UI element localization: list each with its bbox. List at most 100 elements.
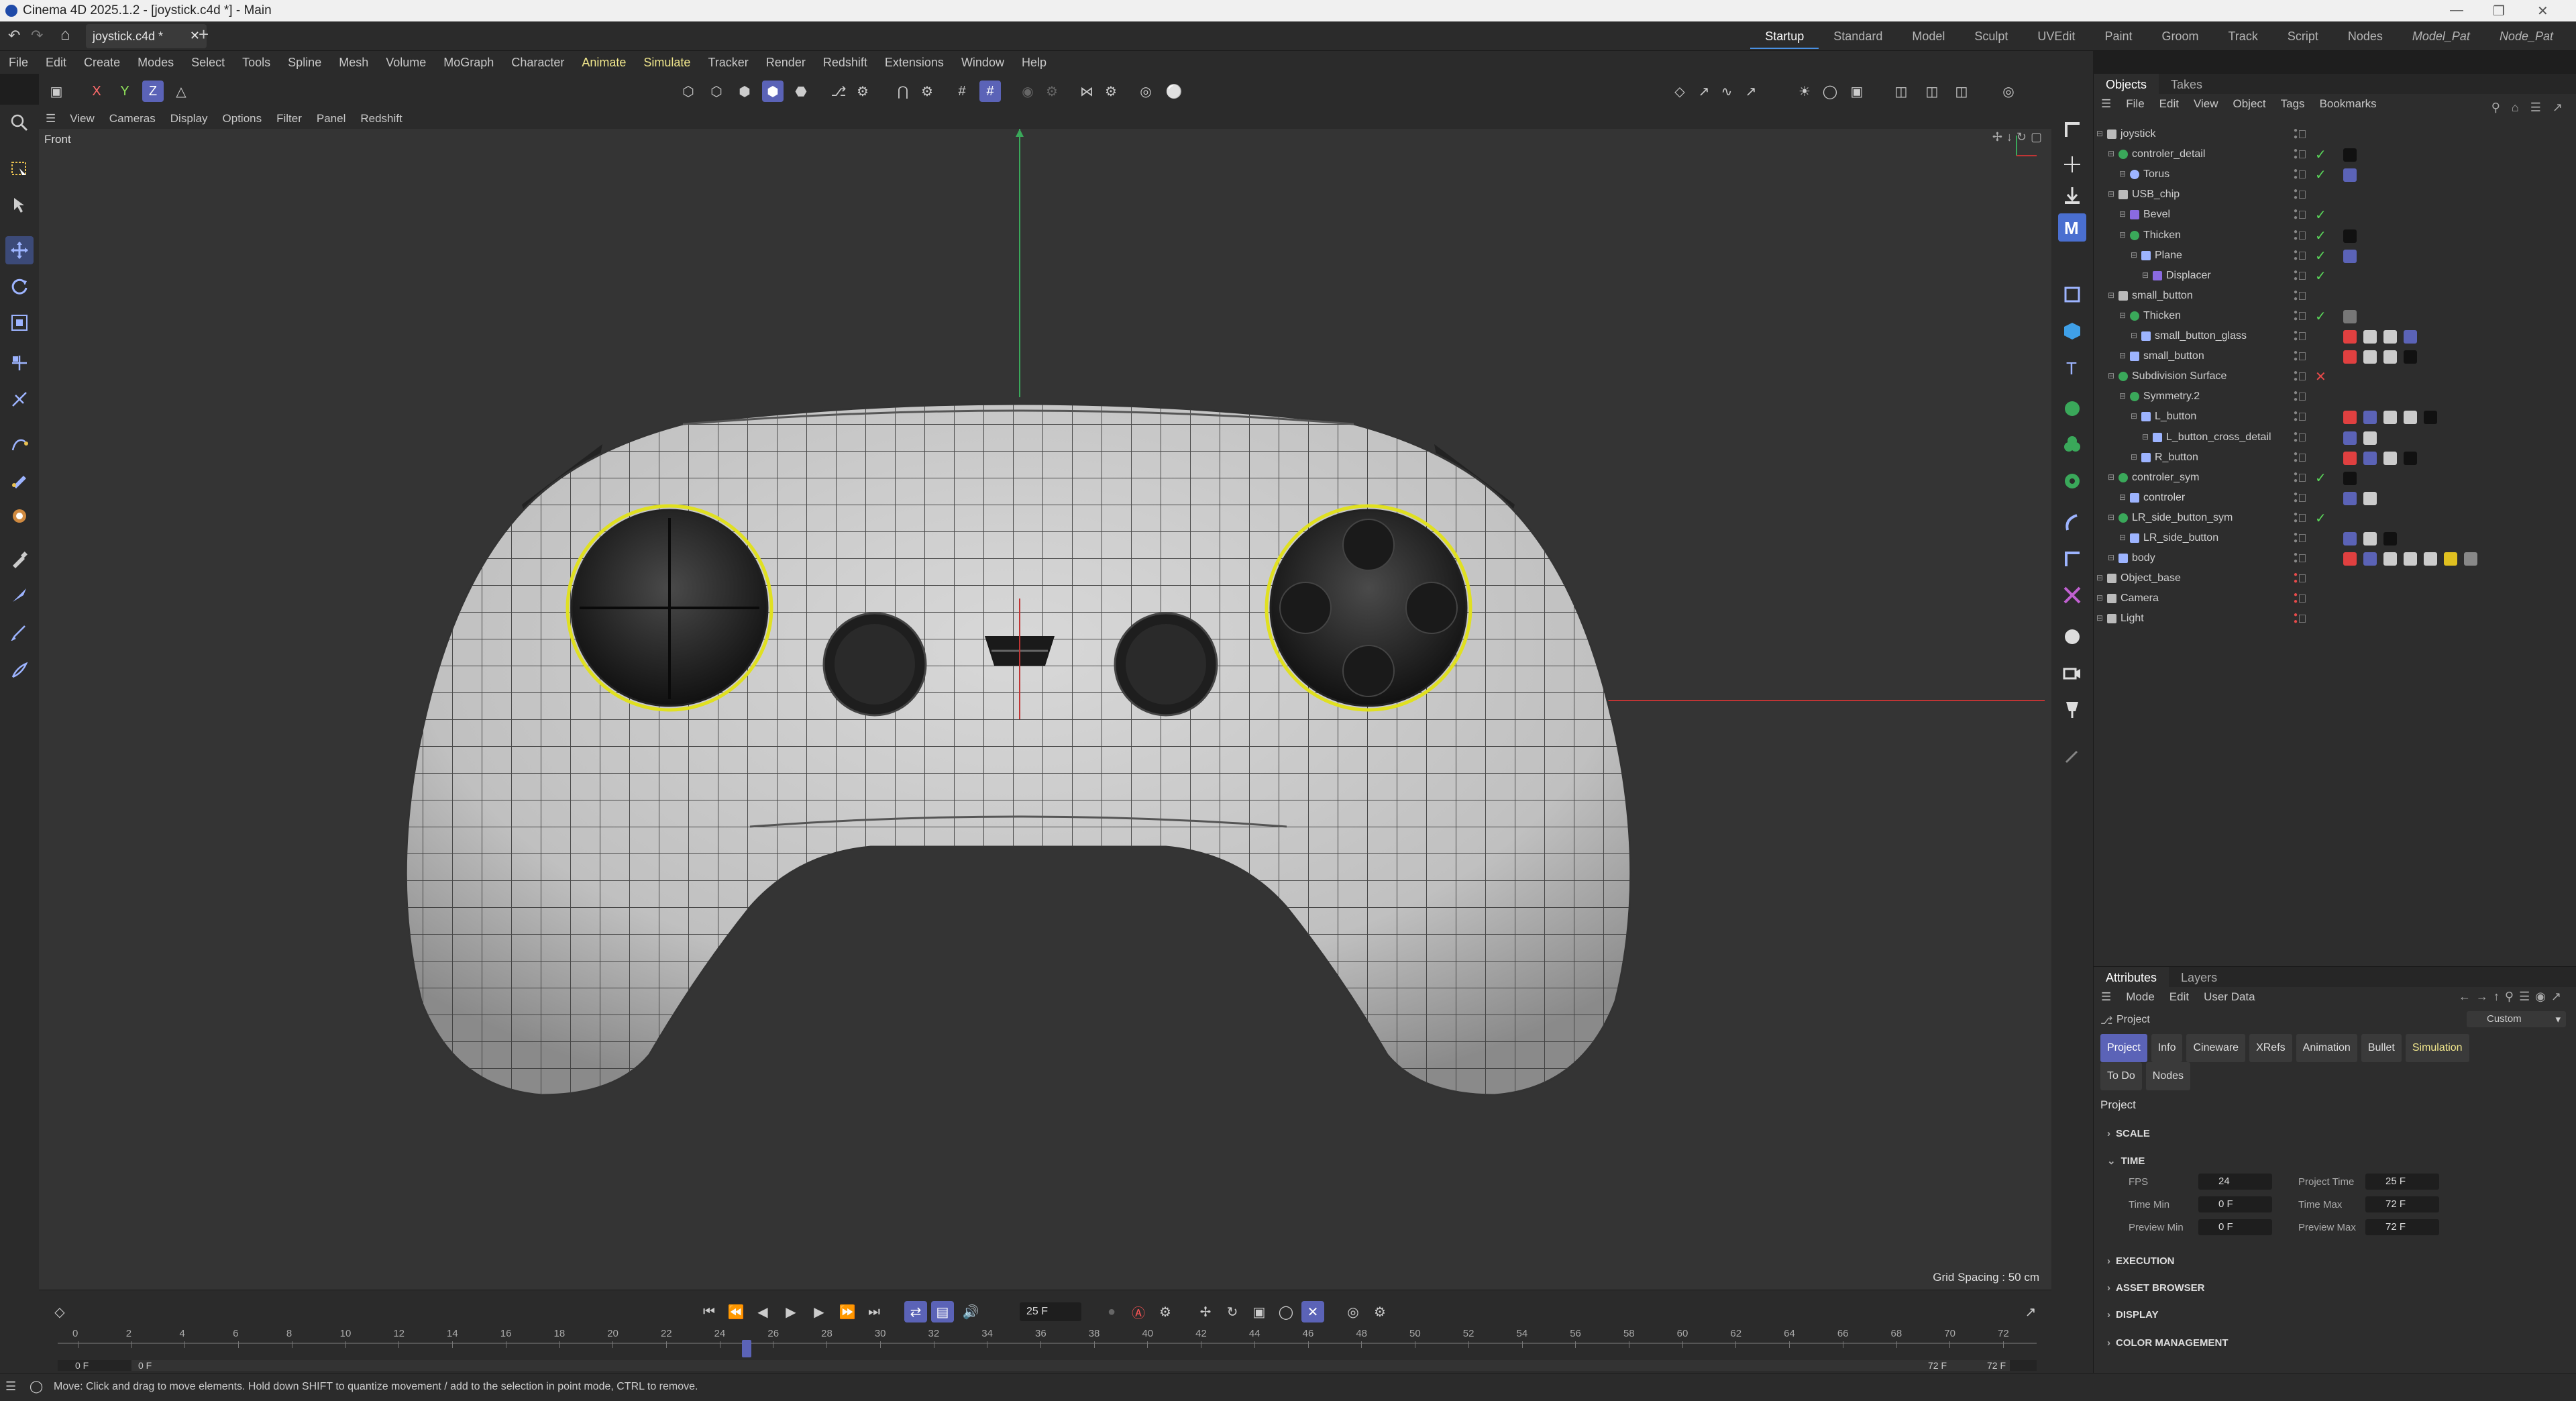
sound-icon[interactable]: 🔊 <box>959 1301 982 1322</box>
menu-item[interactable]: Modes <box>129 51 182 74</box>
material-tag-icon[interactable] <box>2363 451 2377 465</box>
motion-settings-icon[interactable]: ⚙ <box>1368 1301 1391 1322</box>
mode-select[interactable]: Custom ▾ <box>2467 1011 2566 1027</box>
expand-icon[interactable]: ⊟ <box>2096 129 2103 138</box>
time-max-field[interactable]: 72 F <box>2365 1196 2439 1212</box>
axis-mode-icon[interactable]: ⎇ <box>828 81 849 102</box>
timeline-expand-icon[interactable]: ↗ <box>2019 1301 2042 1322</box>
layer-box[interactable] <box>2299 251 2306 260</box>
key-settings-icon[interactable]: ⚙ <box>1154 1301 1177 1322</box>
menu-item[interactable]: Edit <box>37 51 75 74</box>
layout-tab[interactable]: Sculpt <box>1960 25 2023 49</box>
rotate-tool-icon[interactable] <box>5 272 34 301</box>
om-menu-item[interactable]: Edit <box>2152 94 2186 114</box>
knife-tool-icon[interactable] <box>5 581 34 609</box>
material-tag-icon[interactable] <box>2343 168 2357 183</box>
material-tag-icon[interactable] <box>2343 229 2357 243</box>
layout-tab[interactable]: Model_Pat <box>2398 25 2485 49</box>
attr-subtab[interactable]: Cineware <box>2186 1034 2246 1062</box>
preview-min-field[interactable]: 0 F <box>2198 1219 2272 1235</box>
enabled-check-icon[interactable]: ✓ <box>2315 248 2326 264</box>
material-tag-icon[interactable] <box>2404 330 2417 344</box>
timeline-range-bar[interactable]: 0 F 0 F 72 F 72 F <box>58 1360 2037 1371</box>
attr-menu-item[interactable]: Edit <box>2162 987 2196 1007</box>
attr-subtab[interactable]: Animation <box>2296 1034 2357 1062</box>
points-mode-icon[interactable]: ⬡ <box>678 81 699 102</box>
deformer-icon[interactable] <box>2058 467 2086 495</box>
layout-tab[interactable]: Paint <box>2090 25 2147 49</box>
viewport-menu-item[interactable]: Display <box>163 109 215 129</box>
next-key-button[interactable]: ⏩ <box>836 1301 859 1322</box>
camera-icon[interactable] <box>2058 659 2086 687</box>
object-row[interactable]: ⊟ L_button_cross_detail ● ● <box>2094 428 2576 448</box>
layer-box[interactable] <box>2299 211 2306 219</box>
enabled-check-icon[interactable]: ✓ <box>2315 146 2326 163</box>
layer-box[interactable] <box>2299 473 2306 482</box>
object-row[interactable]: ⊟ small_button ● ● <box>2094 347 2576 367</box>
layer-box[interactable] <box>2299 150 2306 159</box>
attr-section-header[interactable]: › DISPLAY <box>2107 1309 2159 1320</box>
layer-box[interactable] <box>2299 372 2306 381</box>
subdivision-icon[interactable] <box>2058 395 2086 423</box>
spline-pen-icon[interactable] <box>5 429 34 458</box>
expand-icon[interactable]: ⊟ <box>2096 593 2103 603</box>
keyframe-icon[interactable]: ◇ <box>1669 81 1690 102</box>
material-tag-icon[interactable] <box>2383 451 2397 465</box>
autokey-icon[interactable]: Ⓐ <box>1127 1301 1150 1322</box>
material-tag-icon[interactable] <box>2343 330 2357 344</box>
om-tab[interactable]: Objects <box>2094 74 2159 94</box>
spline-rectangle-icon[interactable] <box>2058 280 2086 309</box>
layer-box[interactable] <box>2299 513 2306 522</box>
material-tag-icon[interactable] <box>2363 350 2377 364</box>
expand-icon[interactable]: ⊟ <box>2096 573 2103 582</box>
layout-tab[interactable]: Startup <box>1750 25 1819 49</box>
attr-section-header[interactable]: ⌄ TIME <box>2107 1155 2145 1167</box>
fcurve-icon[interactable]: ∿ <box>1716 81 1737 102</box>
viewport-menu-item[interactable]: View <box>62 109 102 129</box>
expand-icon[interactable]: ⊟ <box>2119 311 2126 320</box>
lock-workplane-icon[interactable]: ⚪ <box>1163 81 1185 102</box>
modeling-axis-icon[interactable]: ◎ <box>1135 81 1157 102</box>
viewport-menu-item[interactable]: Options <box>215 109 270 129</box>
material-tag-icon[interactable] <box>2363 411 2377 425</box>
cube-icon[interactable] <box>2058 317 2086 345</box>
layer-box[interactable] <box>2299 291 2306 300</box>
grid-snap-icon[interactable]: # <box>951 81 973 102</box>
menu-item[interactable]: Redshift <box>814 51 876 74</box>
attr-subtab[interactable]: Info <box>2151 1034 2183 1062</box>
timeline-ruler[interactable]: 0 2 4 6 8 10 12 14 16 18 20 22 24 26 28 30 32 34 36 38 40 42 4… <box>58 1328 2037 1357</box>
object-row[interactable]: ⊟ small_button_glass ● ● <box>2094 327 2576 347</box>
object-row[interactable]: ⊟ Bevel ● ● ✓ <box>2094 205 2576 225</box>
soft-selection-icon[interactable]: ◉ <box>1017 81 1038 102</box>
object-row[interactable]: ⊟ Plane ● ● ✓ <box>2094 246 2576 266</box>
object-row[interactable]: ⊟ Thicken ● ● ✓ <box>2094 226 2576 246</box>
object-row[interactable]: ⊟ small_button ● ● <box>2094 287 2576 307</box>
text-icon[interactable]: T <box>2058 353 2086 381</box>
layer-box[interactable] <box>2299 554 2306 563</box>
object-row[interactable]: ⊟ Light ● ● <box>2094 609 2576 629</box>
record-off-icon[interactable]: ● <box>1100 1301 1123 1322</box>
edit-icon[interactable] <box>2058 742 2086 770</box>
attr-subtab[interactable]: Bullet <box>2361 1034 2402 1062</box>
om-search-icon[interactable]: ⚲ ⌂ ☰ ↗ <box>2491 101 2567 115</box>
material-tag-icon[interactable] <box>2343 431 2357 445</box>
material-tag-icon[interactable] <box>2343 532 2357 546</box>
material-tag-icon[interactable] <box>2363 552 2377 566</box>
edges-mode-icon[interactable]: ⬡ <box>706 81 727 102</box>
expand-icon[interactable]: ⊟ <box>2108 189 2114 199</box>
material-tag-icon[interactable] <box>2343 491 2357 505</box>
bend-deformer-icon[interactable] <box>2058 509 2086 537</box>
attr-section-header[interactable]: › COLOR MANAGEMENT <box>2107 1337 2229 1349</box>
material-tag-icon[interactable] <box>2424 411 2437 425</box>
menu-item[interactable]: Render <box>757 51 814 74</box>
polygon-pen-icon[interactable] <box>5 617 34 645</box>
material-tag-icon[interactable] <box>2383 552 2397 566</box>
menu-item[interactable]: Character <box>502 51 573 74</box>
symmetry-settings-icon[interactable]: ⚙ <box>1100 81 1122 102</box>
layer-box[interactable] <box>2299 130 2306 138</box>
file-tab[interactable]: joystick.c4d * ✕ <box>86 24 207 48</box>
expand-icon[interactable]: ⊟ <box>2131 331 2137 340</box>
material-tag-icon[interactable] <box>2343 451 2357 465</box>
position-key-icon[interactable]: ✢ <box>1194 1301 1217 1322</box>
material-tag-icon[interactable] <box>2343 309 2357 323</box>
